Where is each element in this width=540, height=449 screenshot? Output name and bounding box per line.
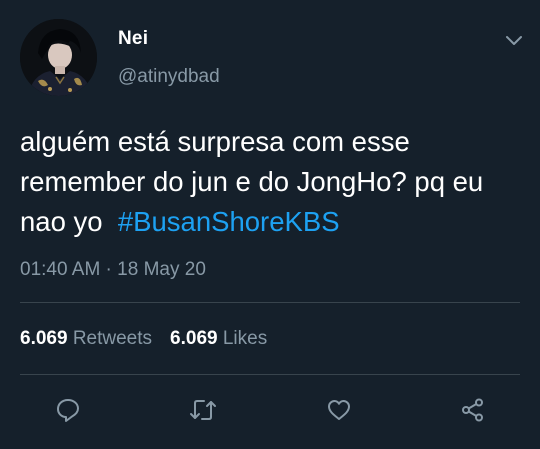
action-bar [0,390,540,430]
share-button[interactable] [453,390,493,430]
avatar-image [20,19,97,96]
retweets-label: Retweets [72,328,153,349]
tweet-card: Nei @atinydbad alguém está surpresa com … [0,0,540,449]
retweets-count: 6.069 [20,328,68,349]
like-button[interactable] [319,390,359,430]
divider [20,302,520,303]
author-handle[interactable]: @atinydbad [118,66,220,88]
tweet-text: alguém está surpresa com esse remember d… [20,122,520,242]
likes-label: Likes [222,328,268,349]
chevron-down-icon[interactable] [503,29,525,51]
retweets-stat[interactable]: 6.069 Retweets [20,328,152,349]
reply-icon [57,399,79,422]
heart-icon [328,400,350,420]
likes-count: 6.069 [170,328,218,349]
share-icon [462,398,483,422]
divider [20,374,520,375]
retweet-button[interactable] [183,390,223,430]
reply-button[interactable] [48,390,88,430]
author-name[interactable]: Nei [118,28,148,50]
likes-stat[interactable]: 6.069 Likes [170,328,267,349]
retweet-icon [190,400,216,420]
hashtag-link[interactable]: #BusanShoreKBS [118,206,340,237]
avatar[interactable] [20,19,97,96]
tweet-timestamp[interactable]: 01:40 AM · 18 May 20 [20,259,206,281]
tweet-stats: 6.069 Retweets 6.069 Likes [20,328,267,350]
